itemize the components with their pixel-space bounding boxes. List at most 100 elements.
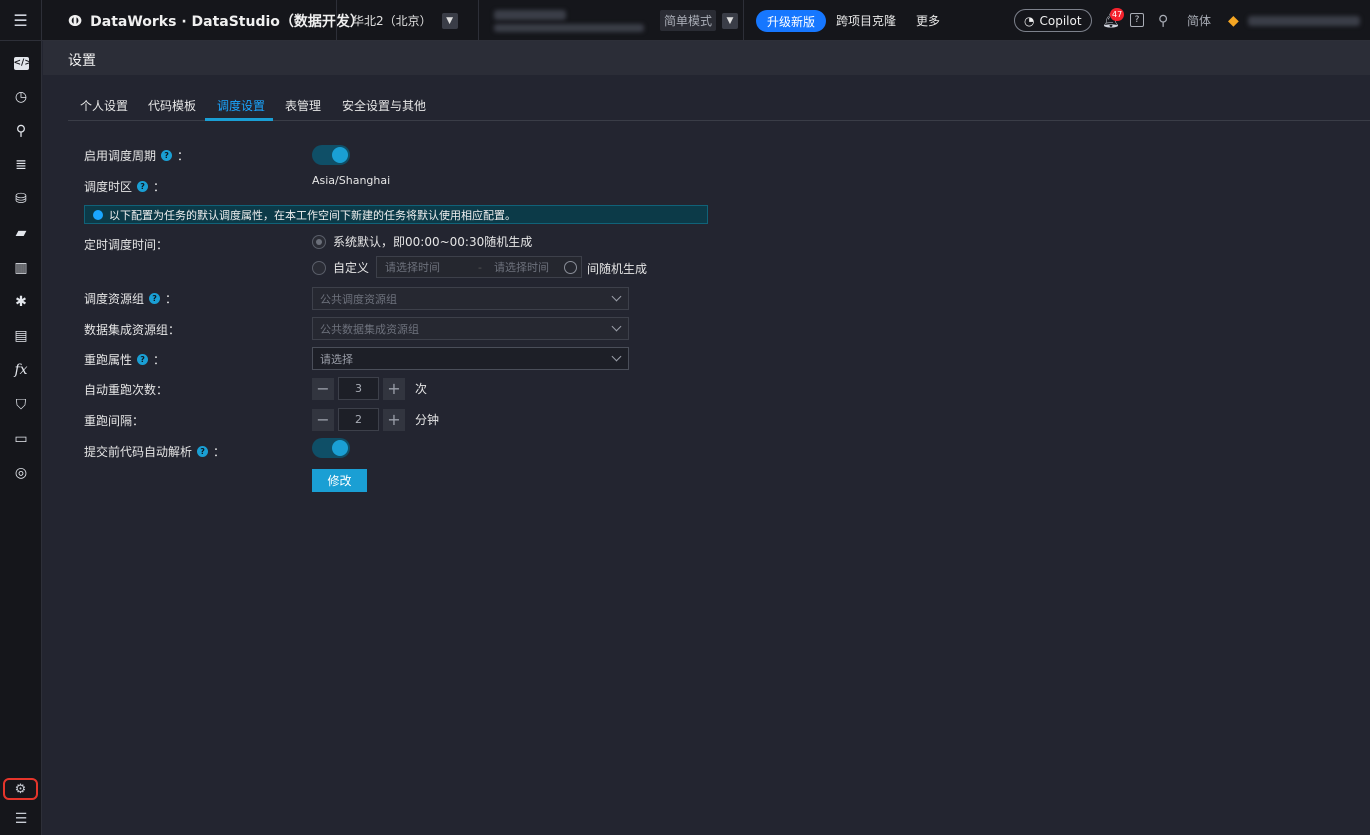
clock-icon[interactable]: ◷: [0, 87, 42, 107]
wrench-icon[interactable]: ⚲: [1158, 0, 1168, 41]
plus-icon[interactable]: +: [383, 408, 405, 431]
workspace-selector[interactable]: [494, 0, 644, 41]
colon: ：: [153, 180, 166, 194]
resource-group-select[interactable]: 公共调度资源组: [312, 287, 629, 310]
page-title: 设置: [68, 53, 96, 69]
menu-icon[interactable]: ☰: [0, 0, 42, 41]
range-suffix-text: 间随机生成: [587, 262, 648, 276]
workspace-id-redacted: [494, 23, 644, 32]
help-icon[interactable]: ?: [197, 446, 209, 457]
function-icon[interactable]: fx: [0, 360, 42, 380]
minus-icon[interactable]: −: [312, 377, 334, 400]
auto-rerun-input[interactable]: 3: [338, 377, 379, 400]
rerun-select[interactable]: 请选择: [312, 347, 629, 370]
rerun-interval-input[interactable]: 2: [338, 408, 379, 431]
help-icon[interactable]: ?: [137, 181, 149, 192]
database-icon[interactable]: ⛁: [0, 189, 42, 209]
upgrade-button[interactable]: 升级新版: [756, 10, 827, 32]
colon: ：: [213, 445, 226, 459]
help-icon[interactable]: ?: [1130, 13, 1144, 27]
enable-cycle-text: 启用调度周期: [84, 149, 157, 163]
minus-icon[interactable]: −: [312, 408, 334, 431]
app-title: DataWorks · DataStudio（数据开发）: [90, 13, 364, 30]
submit-button[interactable]: 修改: [312, 469, 367, 492]
rerun-interval-stepper: − 2 + 分钟: [312, 408, 439, 431]
sidebar: </> ◷ ⚲ ≣ ⛁ ▰ ▥ ✱ ▤ fx ⛉ ▭ ◎ ⚙ ☰: [0, 41, 42, 835]
search-icon[interactable]: ⚲: [0, 121, 42, 141]
table-icon[interactable]: ▤: [0, 326, 42, 346]
toggle-knob: [332, 440, 348, 456]
enable-cycle-toggle[interactable]: [312, 145, 350, 165]
time-range-picker[interactable]: 请选择时间 - 请选择时间: [376, 256, 582, 278]
radio-custom[interactable]: 自定义: [312, 259, 369, 276]
mode-label: 简单模式: [660, 10, 717, 31]
radio-checked-icon: [312, 234, 326, 249]
colon: ：: [165, 292, 178, 306]
colon: ：: [153, 353, 166, 367]
divider: [743, 0, 744, 41]
end-time-input[interactable]: 请选择时间: [494, 259, 549, 275]
auto-rerun-unit: 次: [415, 382, 428, 396]
divider: [336, 0, 337, 41]
help-icon[interactable]: ?: [137, 354, 149, 365]
rerun-text: 重跑属性: [84, 353, 133, 367]
start-time-input[interactable]: 请选择时间: [385, 259, 440, 275]
help-icon[interactable]: ?: [149, 293, 161, 304]
resource-group-text: 调度资源组: [84, 292, 145, 306]
tab-schedule-settings[interactable]: 调度设置: [217, 90, 265, 120]
chevron-down-icon: [611, 291, 622, 302]
more-menu[interactable]: 更多: [916, 0, 940, 41]
list-icon[interactable]: ≣: [0, 155, 42, 175]
language-switch[interactable]: 简体: [1187, 0, 1211, 41]
active-tab-indicator: [205, 118, 273, 121]
clock-icon: [564, 260, 577, 274]
tab-table-management[interactable]: 表管理: [285, 90, 321, 120]
cross-project-clone-link[interactable]: 跨项目克隆: [836, 0, 896, 41]
toolbox-icon[interactable]: ▰: [0, 223, 42, 243]
tab-security-and-other[interactable]: 安全设置与其他: [342, 90, 426, 120]
code-icon[interactable]: </>: [0, 53, 42, 73]
rerun-placeholder: 请选择: [320, 352, 353, 366]
timezone-value: Asia/Shanghai: [312, 174, 391, 187]
rerun-interval-unit: 分钟: [415, 413, 440, 427]
auto-parse-label: 提交前代码自动解析 ? ：: [84, 443, 225, 460]
plus-icon[interactable]: +: [383, 377, 405, 400]
dataworks-logo-icon: ⵀ: [68, 11, 83, 30]
divider: [478, 0, 479, 41]
shield-icon[interactable]: ⛉: [0, 395, 42, 415]
trash-icon[interactable]: ▥: [0, 258, 42, 278]
mode-selector[interactable]: 简单模式 ▼: [660, 0, 739, 41]
settings-gear-icon[interactable]: ⚙: [3, 778, 38, 800]
tab-code-templates[interactable]: 代码模板: [148, 90, 196, 120]
workspace-name-redacted: [494, 9, 566, 20]
menu-collapse-icon[interactable]: ☰: [0, 809, 42, 829]
copilot-button[interactable]: ◔ Copilot: [1014, 9, 1092, 32]
auto-rerun-stepper: − 3 + 次: [312, 377, 427, 400]
schedule-time-label: 定时调度时间：: [84, 238, 169, 252]
chevron-down-icon: ▼: [722, 12, 739, 29]
tab-personal-settings[interactable]: 个人设置: [80, 90, 128, 120]
auto-parse-text: 提交前代码自动解析: [84, 445, 193, 459]
diamond-icon: ◆: [1228, 12, 1239, 29]
app-logo[interactable]: ⵀ DataWorks · DataStudio（数据开发）: [68, 0, 364, 41]
radio-custom-label: 自定义: [333, 261, 370, 275]
page-header: 设置: [43, 41, 1370, 75]
radio-system-default[interactable]: 系统默认，即00:00~00:30随机生成: [312, 233, 532, 250]
info-notice: 以下配置为任务的默认调度属性，在本工作空间下新建的任务将默认使用相应配置。: [84, 205, 708, 224]
radio-unchecked-icon: [312, 260, 326, 275]
chevron-down-icon: [611, 351, 622, 362]
integration-group-select[interactable]: 公共数据集成资源组: [312, 317, 629, 340]
pointer-icon[interactable]: ◎: [0, 463, 42, 483]
form-icon[interactable]: ▭: [0, 429, 42, 449]
notification-badge: 47: [1110, 8, 1125, 21]
auto-parse-toggle[interactable]: [312, 438, 350, 458]
help-icon[interactable]: ?: [161, 150, 173, 161]
copilot-icon: ◔: [1024, 13, 1035, 28]
region-label: 华北2（北京）: [352, 14, 432, 28]
range-separator: -: [478, 260, 482, 274]
copilot-label: Copilot: [1039, 13, 1082, 28]
puzzle-icon[interactable]: ✱: [0, 292, 42, 312]
user-account[interactable]: [1248, 0, 1360, 41]
settings-tabs: 个人设置 代码模板 调度设置 表管理 安全设置与其他: [68, 90, 1370, 121]
region-selector[interactable]: 华北2（北京） ▼: [352, 0, 458, 41]
